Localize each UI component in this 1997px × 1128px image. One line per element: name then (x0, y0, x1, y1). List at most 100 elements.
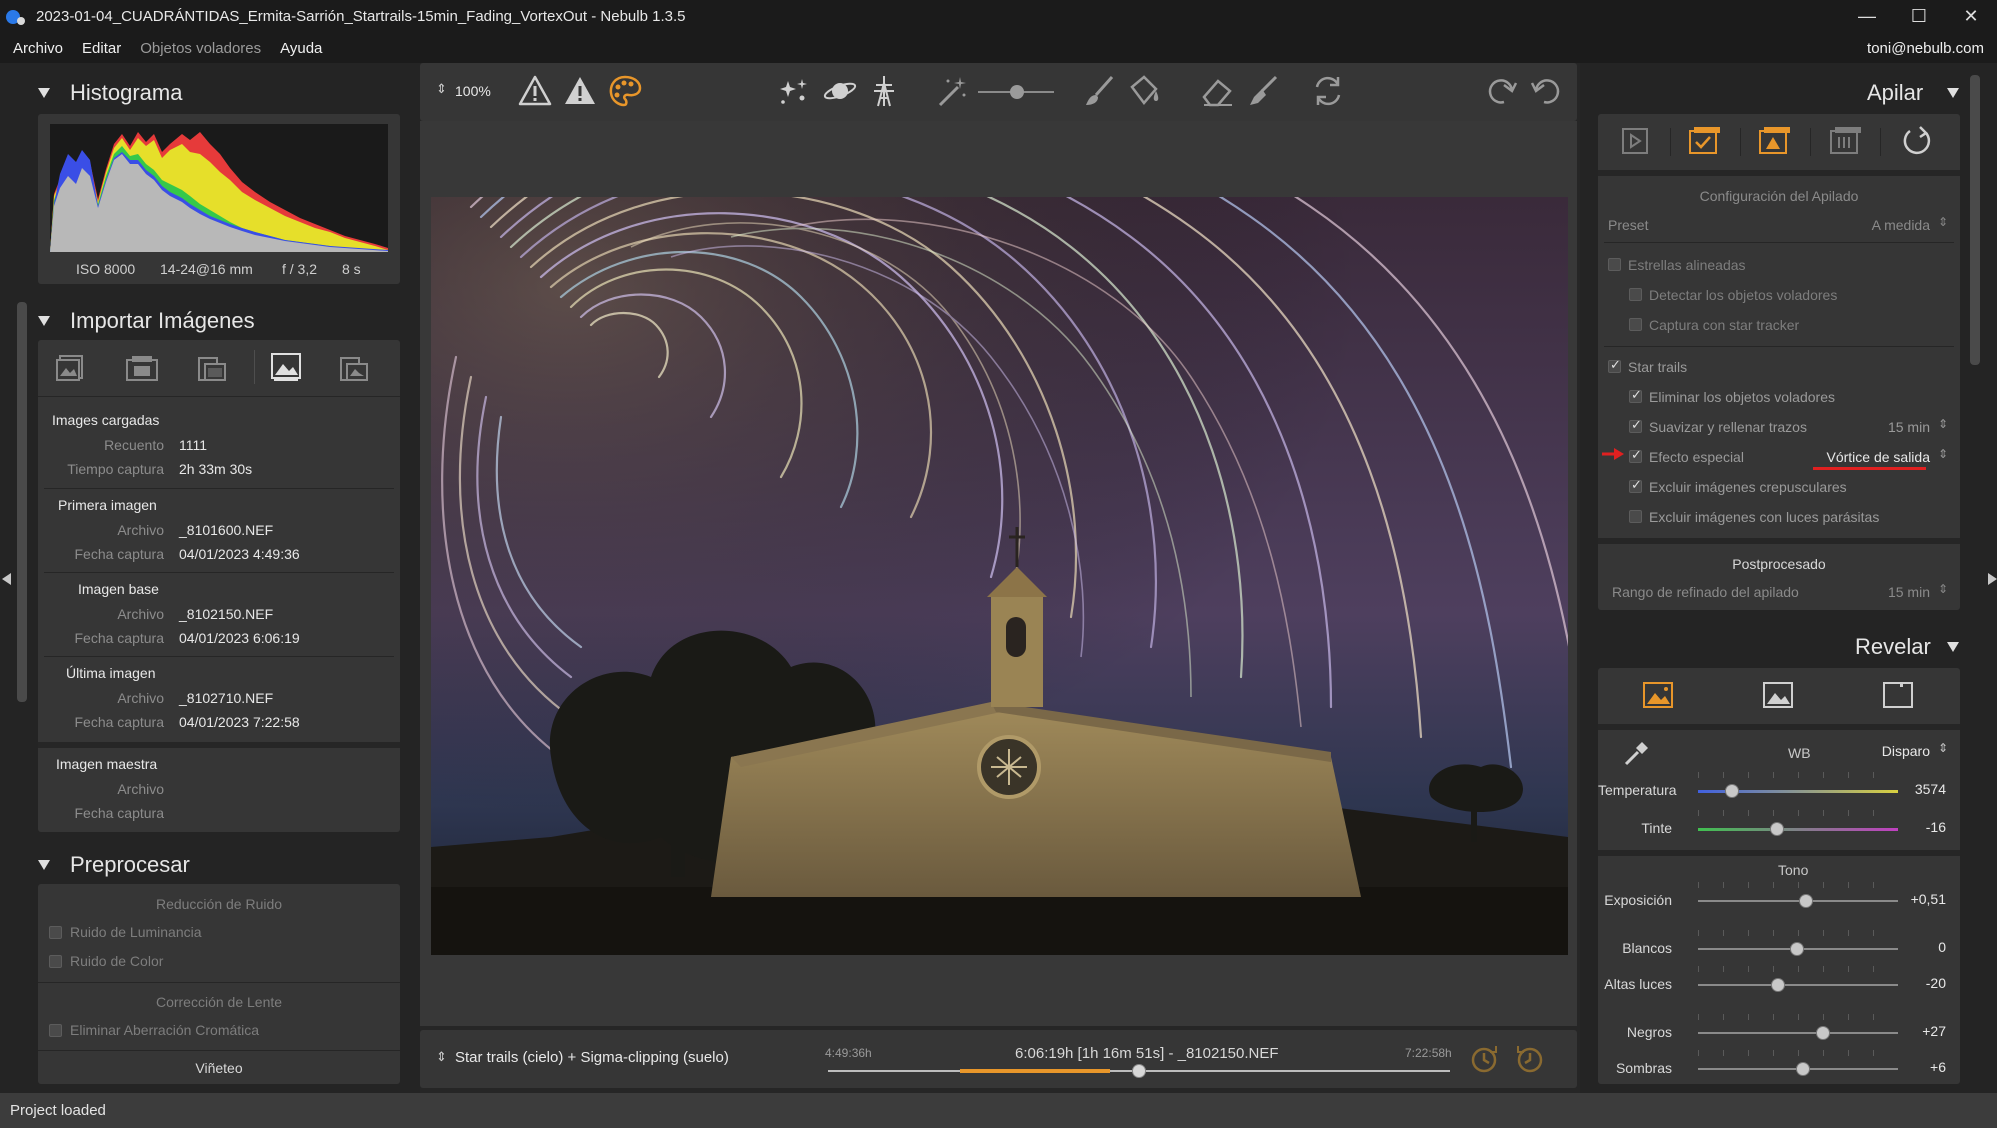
shadows-value[interactable]: +6 (1930, 1059, 1946, 1075)
stack-divider-4 (1598, 538, 1960, 544)
smooth-label: Suavizar y rellenar trazos (1649, 419, 1807, 435)
undo-icon[interactable] (1528, 73, 1564, 109)
refine-stepper-icon[interactable]: ⇕ (1938, 582, 1948, 596)
exposure-slider[interactable] (1799, 894, 1813, 908)
exposure-value[interactable]: +0,51 (1911, 891, 1946, 907)
highlights-slider[interactable] (1771, 978, 1785, 992)
warning-outline-icon[interactable] (517, 73, 553, 109)
collapse-histogram-icon[interactable] (38, 88, 50, 98)
wb-value[interactable]: Disparo (1882, 743, 1930, 759)
shadows-slider[interactable] (1796, 1062, 1810, 1076)
parasitic-checkbox[interactable] (1629, 510, 1642, 523)
tint-track[interactable] (1698, 828, 1898, 831)
color-noise-checkbox[interactable] (49, 955, 62, 968)
import-master-icon[interactable] (270, 352, 302, 382)
timeline-slider[interactable] (1132, 1064, 1146, 1078)
close-button[interactable]: ✕ (1945, 0, 1997, 33)
clear-brush-icon[interactable] (1244, 73, 1280, 109)
special-effect-value[interactable]: Vórtice de salida (1826, 449, 1930, 465)
whites-slider[interactable] (1790, 942, 1804, 956)
stars-icon[interactable] (776, 73, 812, 109)
star-tracker-checkbox[interactable] (1629, 318, 1642, 331)
import-darks-icon[interactable] (196, 354, 228, 382)
collapse-develop-icon[interactable] (1947, 642, 1959, 652)
twilight-checkbox[interactable] (1629, 477, 1642, 493)
import-images-icon[interactable] (56, 354, 86, 382)
timeline-history-icon[interactable] (1512, 1042, 1546, 1076)
preset-stepper-icon[interactable]: ⇕ (1938, 215, 1948, 229)
eraser-icon[interactable] (1200, 73, 1236, 109)
temperature-slider[interactable] (1725, 784, 1739, 798)
first-file-value: _8101600.NEF (179, 522, 274, 538)
redo-icon[interactable] (1484, 73, 1520, 109)
planet-icon[interactable] (822, 73, 858, 109)
detect-flying-checkbox[interactable] (1629, 288, 1642, 301)
remove-flying-checkbox[interactable] (1629, 387, 1642, 403)
last-date-label: Fecha captura (74, 714, 165, 730)
temperature-value[interactable]: 3574 (1915, 781, 1946, 797)
stack-layers-icon[interactable] (1829, 126, 1861, 156)
preset-value[interactable]: A medida (1872, 217, 1930, 233)
import-folder-icon[interactable] (126, 354, 158, 382)
import-flats-icon[interactable] (338, 354, 370, 382)
smooth-value[interactable]: 15 min (1888, 419, 1930, 435)
menu-objetos-voladores[interactable]: Objetos voladores (140, 40, 261, 57)
first-image-header: Primera imagen (58, 497, 157, 513)
minimize-button[interactable]: — (1841, 0, 1893, 33)
stack-play-icon[interactable] (1620, 126, 1650, 156)
stack-trails-icon[interactable] (1758, 126, 1790, 156)
menu-editar[interactable]: Editar (82, 40, 121, 57)
develop-crop-icon[interactable] (1882, 680, 1914, 710)
left-scrollbar[interactable] (17, 302, 27, 702)
collapse-import-icon[interactable] (38, 316, 50, 326)
magic-wand-icon[interactable] (934, 73, 970, 109)
menu-archivo[interactable]: Archivo (13, 40, 63, 57)
right-scrollbar[interactable] (1970, 75, 1980, 365)
brush-size-slider[interactable] (1010, 85, 1024, 99)
tint-slider[interactable] (1770, 822, 1784, 836)
aligned-checkbox[interactable] (1608, 258, 1621, 271)
mode-stepper-icon[interactable]: ⇕ (436, 1049, 447, 1065)
tower-icon[interactable] (866, 73, 902, 109)
startrails-image[interactable] (431, 197, 1568, 955)
warning-filled-icon[interactable] (562, 73, 598, 109)
user-account[interactable]: toni@nebulb.com (1867, 40, 1984, 57)
special-effect-stepper-icon[interactable]: ⇕ (1938, 447, 1948, 461)
chromatic-aberration-checkbox[interactable] (49, 1024, 62, 1037)
collapse-left-icon[interactable] (2, 573, 11, 585)
menu-ayuda[interactable]: Ayuda (280, 40, 322, 57)
develop-landscape-icon[interactable] (1762, 680, 1794, 710)
zoom-stepper-icon[interactable]: ⇕ (436, 81, 447, 97)
blacks-slider[interactable] (1816, 1026, 1830, 1040)
eyedropper-icon[interactable] (1622, 740, 1650, 768)
special-effect-checkbox[interactable] (1629, 447, 1642, 463)
smooth-checkbox[interactable] (1629, 417, 1642, 433)
refine-value[interactable]: 15 min (1888, 584, 1930, 600)
tint-value[interactable]: -16 (1926, 819, 1946, 835)
collapse-stack-icon[interactable] (1947, 88, 1959, 98)
brush-icon[interactable] (1082, 73, 1118, 109)
collapse-preprocess-icon[interactable] (38, 860, 50, 870)
timeline-clock-icon[interactable] (1468, 1042, 1502, 1076)
highlights-track[interactable] (1698, 984, 1898, 986)
whites-value[interactable]: 0 (1938, 939, 1946, 955)
highlights-value[interactable]: -20 (1926, 975, 1946, 991)
smooth-stepper-icon[interactable]: ⇕ (1938, 417, 1948, 431)
stacking-mode[interactable]: Star trails (cielo) + Sigma-clipping (su… (455, 1049, 729, 1066)
blacks-value[interactable]: +27 (1922, 1023, 1946, 1039)
develop-image-icon[interactable] (1642, 680, 1674, 710)
zoom-level[interactable]: 100% (455, 83, 491, 99)
stack-aligned-icon[interactable] (1688, 126, 1720, 156)
color-palette-icon[interactable] (607, 73, 643, 109)
star-trails-checkbox[interactable] (1608, 357, 1621, 373)
luminance-noise-checkbox[interactable] (49, 926, 62, 939)
blacks-track[interactable] (1698, 1032, 1898, 1034)
maximize-button[interactable]: ☐ (1893, 0, 1945, 33)
wb-stepper-icon[interactable]: ⇕ (1938, 741, 1948, 755)
collapse-right-icon[interactable] (1988, 573, 1997, 585)
base-image-header: Imagen base (78, 581, 159, 597)
exposure-track[interactable] (1698, 900, 1898, 902)
bucket-icon[interactable] (1126, 73, 1162, 109)
stack-reset-icon[interactable] (1900, 124, 1934, 158)
refresh-icon[interactable] (1310, 73, 1346, 109)
